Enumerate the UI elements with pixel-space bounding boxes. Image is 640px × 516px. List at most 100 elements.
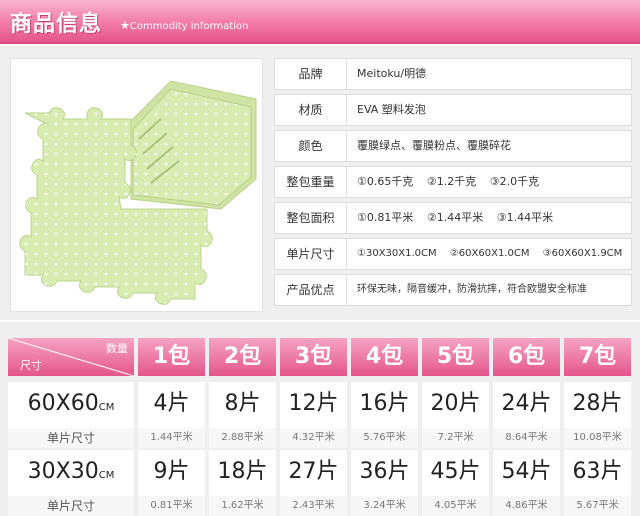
- quantity-cell: 9片 0.81平米: [138, 450, 205, 516]
- pack-header: 2包: [209, 338, 276, 376]
- quantity-cell: 4片 1.44平米: [138, 382, 205, 448]
- section-subtitle: ★Commodity information: [120, 19, 248, 32]
- size-unit: CM: [98, 402, 115, 413]
- piece-count: 27片: [288, 459, 339, 484]
- size-row-60: 60X60CM 单片尺寸: [8, 382, 134, 448]
- quantity-cell: 36片 3.24平米: [351, 450, 418, 516]
- spec-value-item: ②60X60X1.0CM: [449, 248, 530, 259]
- spec-row-color: 颜色 覆膜绿点、覆膜粉点、覆膜碎花: [274, 130, 632, 162]
- piece-count: 54片: [501, 459, 552, 484]
- spec-value-item: 覆膜绿点、覆膜粉点、覆膜碎花: [357, 139, 511, 152]
- total-area: 4.86平米: [493, 496, 560, 516]
- spec-row-weight: 整包重量 ①0.65千克 ②1.2千克 ③2.0千克: [274, 166, 632, 198]
- foam-mat-illustration: [19, 80, 257, 305]
- spec-value: ①0.65千克 ②1.2千克 ③2.0千克: [357, 167, 549, 197]
- section-header: 商品信息 ★Commodity information: [0, 0, 640, 44]
- size-number: 60X60: [27, 391, 99, 416]
- spec-value-item: ①30X30X1.0CM: [357, 248, 437, 259]
- spec-row-area: 整包面积 ①0.81平米 ②1.44平米 ③1.44平米: [274, 202, 632, 234]
- spec-value-item: ③60X60X1.9CM: [542, 248, 623, 259]
- piece-count: 4片: [153, 391, 190, 416]
- pack-header: 7包: [564, 338, 631, 376]
- pack-header: 5包: [422, 338, 489, 376]
- total-area: 10.08平米: [564, 428, 631, 448]
- quantity-cell: 24片 8.64平米: [493, 382, 560, 448]
- product-info-section: 品牌 Meitoku/明德 材质 EVA 塑料发泡 颜色 覆膜绿点、覆膜粉点、覆…: [0, 46, 640, 320]
- total-area: 7.2平米: [422, 428, 489, 448]
- quantity-cell: 8片 2.88平米: [209, 382, 276, 448]
- total-area: 8.64平米: [493, 428, 560, 448]
- spec-value: ①30X30X1.0CM ②60X60X1.0CM ③60X60X1.9CM: [357, 239, 632, 269]
- quantity-cell: 63片 5.67平米: [564, 450, 631, 516]
- stacked-mats: [130, 80, 257, 210]
- spec-value-item: Meitoku/明德: [357, 67, 427, 80]
- total-area: 3.24平米: [351, 496, 418, 516]
- piece-count: 18片: [217, 459, 268, 484]
- spec-label: 品牌: [275, 59, 347, 89]
- spec-value: ①0.81平米 ②1.44平米 ③1.44平米: [357, 203, 563, 233]
- quantity-cell: 18片 1.62平米: [209, 450, 276, 516]
- piece-count: 36片: [359, 459, 410, 484]
- piece-count: 16片: [359, 391, 410, 416]
- spec-label: 整包面积: [275, 203, 347, 233]
- quantity-cell: 12片 4.32平米: [280, 382, 347, 448]
- corner-qty-label: 数量: [106, 342, 128, 355]
- size-value: 60X60CM: [8, 382, 134, 426]
- product-image: [10, 58, 263, 312]
- spec-value: 环保无味，隔音缓冲，防滑抗摔，符合欧盟安全标准: [357, 275, 597, 305]
- quantity-cell: 45片 4.05平米: [422, 450, 489, 516]
- spec-value-item: EVA 塑料发泡: [357, 103, 426, 116]
- total-area: 2.43平米: [280, 496, 347, 516]
- total-area: 1.44平米: [138, 428, 205, 448]
- spec-value-item: 环保无味，隔音缓冲，防滑抗摔，符合欧盟安全标准: [357, 284, 587, 295]
- spec-row-advantages: 产品优点 环保无味，隔音缓冲，防滑抗摔，符合欧盟安全标准: [274, 274, 632, 306]
- section-subtitle-text: Commodity information: [129, 21, 249, 32]
- pack-header: 4包: [351, 338, 418, 376]
- piece-count: 24片: [501, 391, 552, 416]
- piece-count: 12片: [288, 391, 339, 416]
- spec-value: EVA 塑料发泡: [357, 95, 436, 125]
- spec-label: 整包重量: [275, 167, 347, 197]
- size-number: 30X30: [27, 459, 99, 484]
- spec-row-piece-size: 单片尺寸 ①30X30X1.0CM ②60X60X1.0CM ③60X60X1.…: [274, 238, 632, 270]
- piece-count: 63片: [572, 459, 623, 484]
- size-row-30: 30X30CM 单片尺寸: [8, 450, 134, 516]
- corner-size-label: 尺寸: [20, 359, 42, 372]
- quantity-cell: 28片 10.08平米: [564, 382, 631, 448]
- table-corner-header: 数量 尺寸: [8, 338, 134, 376]
- spec-value: 覆膜绿点、覆膜粉点、覆膜碎花: [357, 131, 521, 161]
- quantity-cell: 16片 5.76平米: [351, 382, 418, 448]
- spec-value-item: ①0.81平米: [357, 211, 414, 224]
- spec-value-item: ③2.0千克: [489, 175, 540, 188]
- spec-table: 品牌 Meitoku/明德 材质 EVA 塑料发泡 颜色 覆膜绿点、覆膜粉点、覆…: [274, 58, 632, 310]
- total-area: 5.76平米: [351, 428, 418, 448]
- spec-label: 产品优点: [275, 275, 347, 305]
- spec-row-material: 材质 EVA 塑料发泡: [274, 94, 632, 126]
- size-unit: CM: [98, 470, 115, 481]
- size-sub-label: 单片尺寸: [8, 496, 134, 516]
- spec-value-item: ③1.44平米: [496, 211, 554, 224]
- spec-label: 材质: [275, 95, 347, 125]
- total-area: 4.05平米: [422, 496, 489, 516]
- quantity-cell: 27片 2.43平米: [280, 450, 347, 516]
- star-icon: ★: [120, 19, 130, 32]
- piece-count: 9片: [153, 459, 190, 484]
- size-sub-label: 单片尺寸: [8, 428, 134, 448]
- section-title: 商品信息: [10, 12, 103, 37]
- total-area: 5.67平米: [564, 496, 631, 516]
- spec-value-item: ①0.65千克: [357, 175, 414, 188]
- total-area: 1.62平米: [209, 496, 276, 516]
- total-area: 0.81平米: [138, 496, 205, 516]
- spec-label: 颜色: [275, 131, 347, 161]
- quantity-cell: 54片 4.86平米: [493, 450, 560, 516]
- pack-header: 6包: [493, 338, 560, 376]
- piece-count: 20片: [430, 391, 481, 416]
- size-value: 30X30CM: [8, 450, 134, 494]
- spec-row-brand: 品牌 Meitoku/明德: [274, 58, 632, 90]
- spec-value: Meitoku/明德: [357, 59, 436, 89]
- quantity-cell: 20片 7.2平米: [422, 382, 489, 448]
- quantity-table: 数量 尺寸 1包 2包 3包 4包 5包 6包 7包 60X60CM 单片尺寸 30X30C…: [0, 322, 640, 516]
- pack-header: 3包: [280, 338, 347, 376]
- spec-label: 单片尺寸: [275, 239, 347, 269]
- total-area: 4.32平米: [280, 428, 347, 448]
